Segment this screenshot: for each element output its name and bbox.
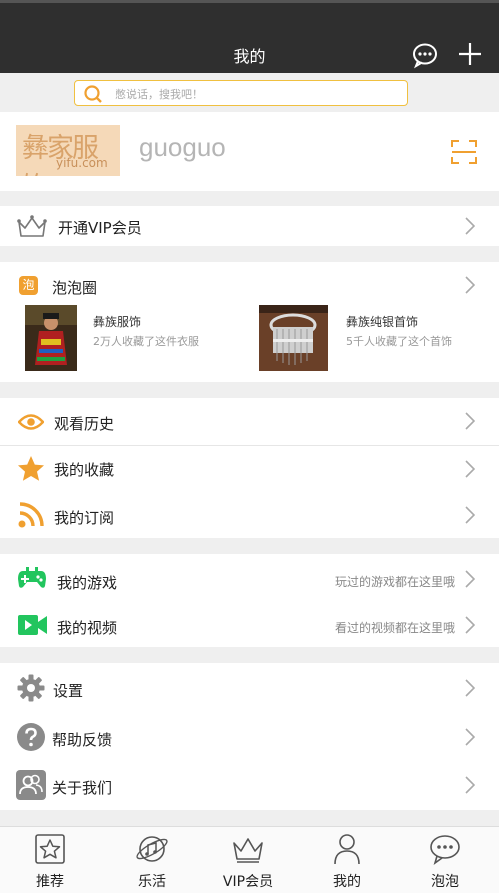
settings-row[interactable]: 设置: [0, 663, 499, 713]
tab-label: 推荐: [36, 874, 64, 890]
about-label: 关于我们: [52, 779, 113, 797]
rss-icon: [18, 502, 44, 528]
settings-label: 设置: [53, 682, 84, 700]
search-area: 憋说话，搜我吧！: [0, 73, 499, 112]
post-title: 彝族纯银首饰: [346, 315, 419, 329]
tab-bubble[interactable]: 泡泡: [395, 827, 495, 893]
circle-badge-icon: 泡: [19, 276, 38, 295]
favorites-row[interactable]: 我的收藏: [0, 446, 499, 492]
subscriptions-row[interactable]: 我的订阅: [0, 492, 499, 538]
crown-icon: [17, 215, 47, 237]
username: guoguo: [139, 132, 226, 162]
help-row[interactable]: 帮助反馈: [0, 713, 499, 761]
star-icon: [18, 456, 44, 481]
tab-label: 泡泡: [431, 874, 459, 890]
star-box-icon: [35, 834, 65, 864]
videos-row[interactable]: 我的视频 看过的视频都在这里哦: [0, 602, 499, 647]
vip-label: 开通VIP会员: [58, 219, 142, 237]
post-image-costume[interactable]: [25, 305, 77, 371]
help-icon: [17, 723, 45, 751]
post-title: 彝族服饰: [93, 315, 142, 329]
media-group: 我的游戏 玩过的游戏都在这里哦 我的视频 看过的视频都在这里哦: [0, 554, 499, 647]
history-row[interactable]: 观看历史: [0, 398, 499, 445]
help-label: 帮助反馈: [52, 731, 113, 749]
chevron-right-icon: [465, 412, 475, 430]
chevron-right-icon: [465, 276, 475, 294]
avatar[interactable]: 彝家服饰 yifu.com: [16, 125, 120, 176]
tab-mine[interactable]: 我的: [297, 827, 397, 893]
chevron-right-icon: [465, 460, 475, 478]
chevron-right-icon: [465, 570, 475, 588]
crown-icon: [233, 838, 263, 863]
bottom-tab-bar: 推荐 乐活 VIP会员 我的 泡泡: [0, 826, 499, 893]
videos-label: 我的视频: [57, 619, 118, 637]
top-bar: 我的: [0, 0, 499, 73]
people-icon: [16, 770, 46, 800]
vip-row[interactable]: 开通VIP会员: [0, 206, 499, 246]
tab-vip[interactable]: VIP会员: [198, 827, 298, 893]
tab-label: 乐活: [138, 874, 166, 890]
chat-icon[interactable]: [411, 41, 439, 69]
gear-icon: [17, 674, 45, 702]
subscriptions-label: 我的订阅: [54, 509, 115, 527]
chevron-right-icon: [465, 616, 475, 634]
gamepad-icon: [18, 567, 46, 588]
avatar-logo-sub: yifu.com: [56, 156, 108, 170]
favorites-label: 我的收藏: [54, 461, 115, 479]
games-row[interactable]: 我的游戏 玩过的游戏都在这里哦: [0, 554, 499, 602]
search-icon: [84, 85, 102, 103]
scan-icon[interactable]: [450, 139, 478, 165]
post-subtitle: 2万人收藏了这件衣服: [93, 335, 199, 348]
videos-hint: 看过的视频都在这里哦: [335, 621, 456, 635]
chevron-right-icon: [465, 679, 475, 697]
circle-label: 泡泡圈: [52, 279, 98, 297]
profile-card[interactable]: 彝家服饰 yifu.com guoguo: [0, 112, 499, 191]
games-label: 我的游戏: [57, 574, 118, 592]
about-row[interactable]: 关于我们: [0, 761, 499, 810]
circle-card[interactable]: 泡 泡泡圈 彝族服饰 2万人收藏了这件衣服 彝族纯银首饰 5千人收藏了这个首饰: [0, 262, 499, 382]
chevron-right-icon: [465, 776, 475, 794]
post-subtitle: 5千人收藏了这个首饰: [346, 335, 452, 348]
history-group: 观看历史 我的收藏 我的订阅: [0, 398, 499, 538]
tab-recommend[interactable]: 推荐: [0, 827, 100, 893]
tab-label: 我的: [333, 874, 361, 890]
chat-bubble-icon: [430, 835, 460, 865]
tab-label: VIP会员: [222, 874, 274, 890]
chevron-right-icon: [465, 217, 475, 235]
video-icon: [18, 615, 47, 635]
games-hint: 玩过的游戏都在这里哦: [335, 575, 456, 589]
music-planet-icon: [136, 836, 168, 862]
tab-lifestyle[interactable]: 乐活: [102, 827, 202, 893]
search-input[interactable]: 憋说话，搜我吧！: [74, 80, 408, 106]
post-image-jewelry[interactable]: [259, 305, 328, 371]
search-placeholder: 憋说话，搜我吧！: [115, 88, 203, 101]
history-label: 观看历史: [54, 415, 115, 433]
chevron-right-icon: [465, 728, 475, 746]
person-icon: [334, 834, 360, 865]
chevron-right-icon: [465, 506, 475, 524]
settings-group: 设置 帮助反馈 关于我们: [0, 663, 499, 810]
add-icon[interactable]: [457, 41, 483, 67]
eye-icon: [18, 414, 44, 430]
